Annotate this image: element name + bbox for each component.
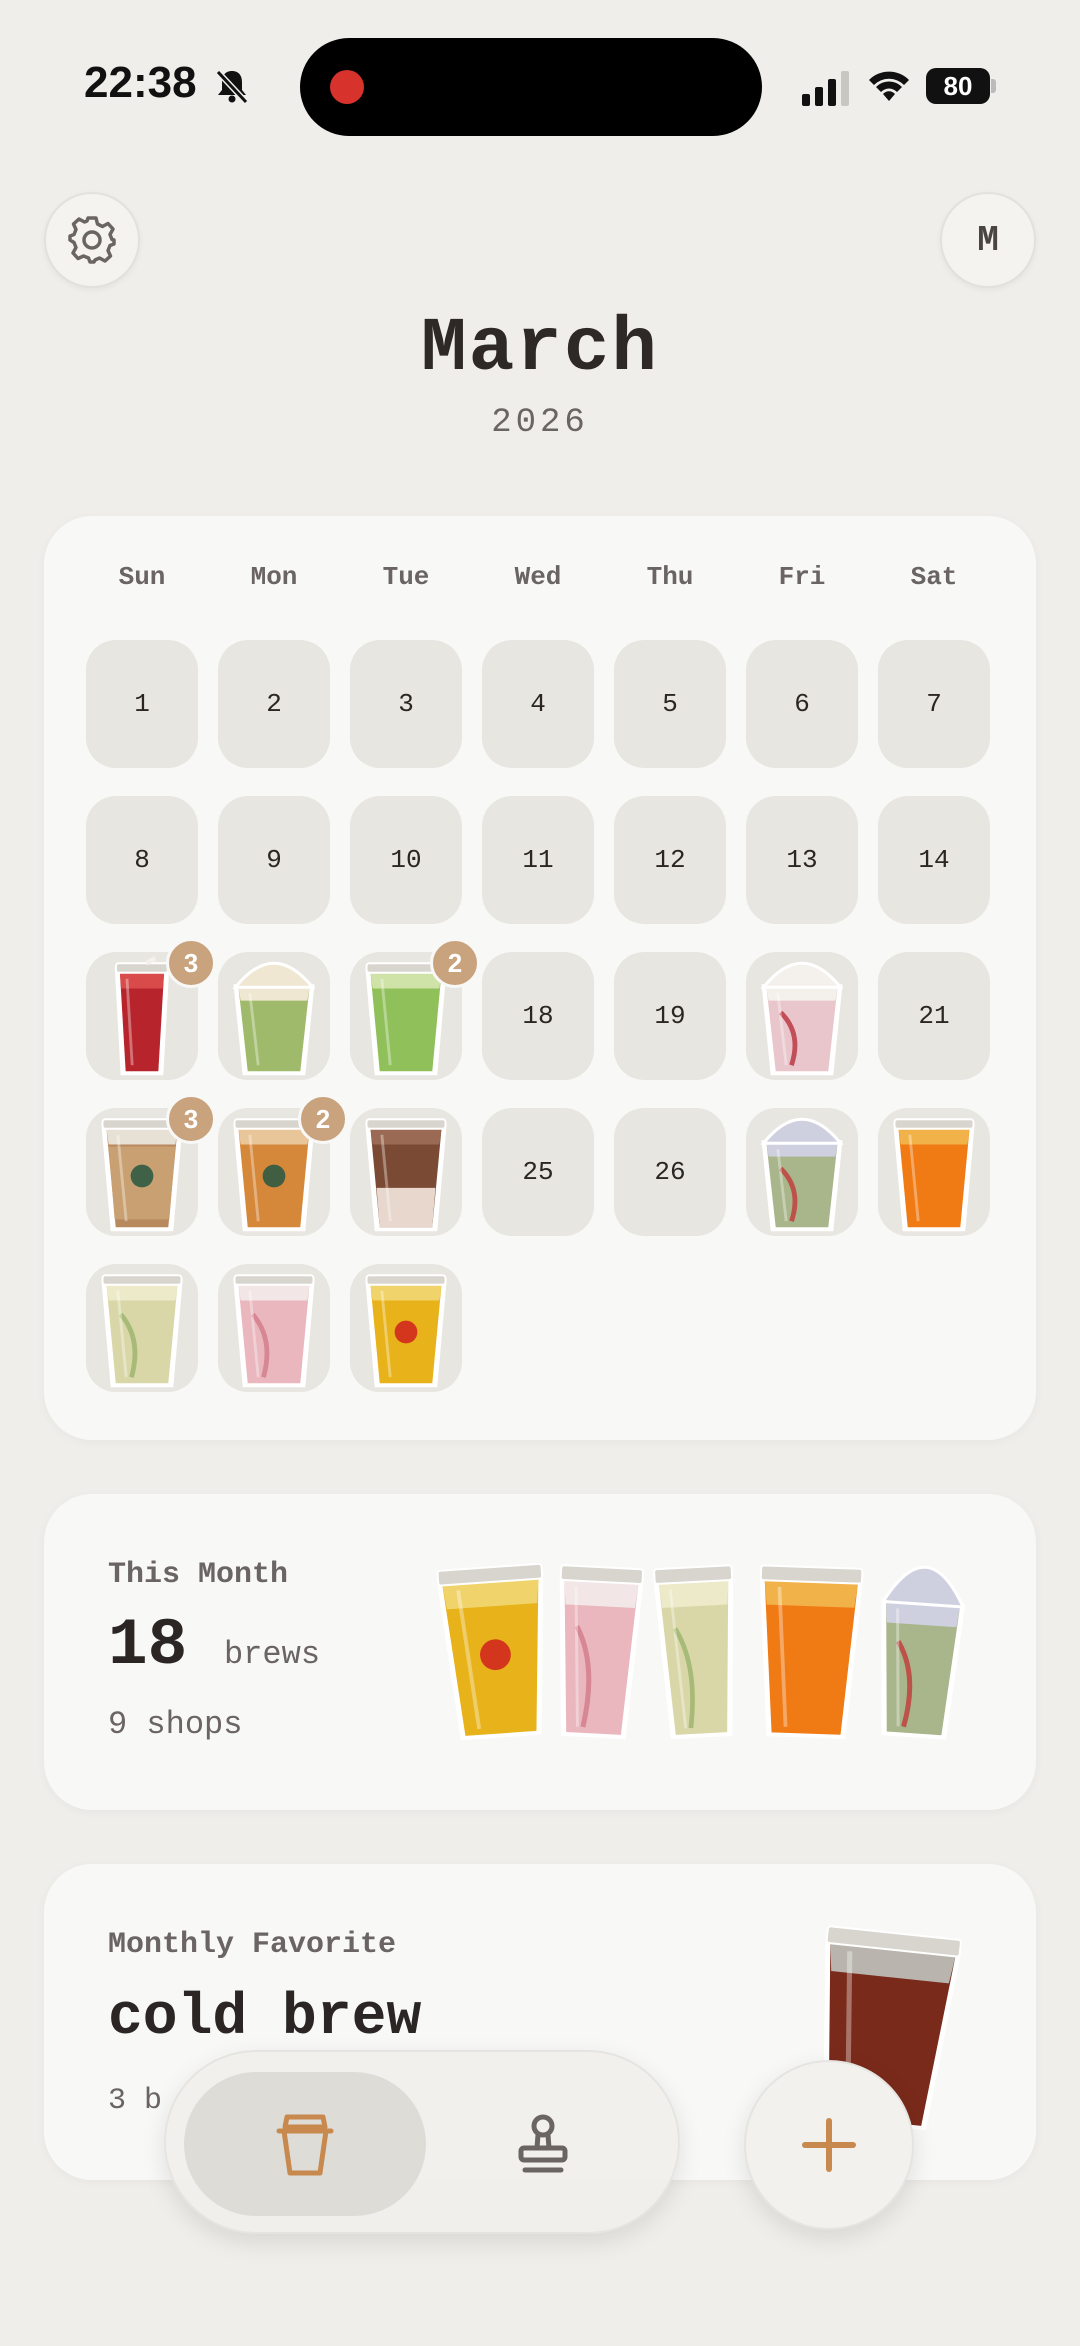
calendar-day-18[interactable]: 18: [482, 952, 594, 1080]
weekday-fri: Fri: [778, 562, 826, 592]
calendar-day-4[interactable]: 4: [482, 640, 594, 768]
gear-icon: [68, 216, 116, 264]
calendar-day-1[interactable]: 1: [86, 640, 198, 768]
drink-count-badge: 3: [166, 1094, 216, 1144]
drink-count-badge: 2: [430, 938, 480, 988]
tab-bar: [164, 2050, 680, 2234]
favorite-drink-name: cold brew: [108, 1986, 422, 2051]
wifi-icon: [869, 71, 909, 101]
drink-count-badge: 2: [298, 1094, 348, 1144]
calendar-day-13[interactable]: 13: [746, 796, 858, 924]
recording-dot-icon: [330, 70, 364, 104]
calendar-day-7[interactable]: 7: [878, 640, 990, 768]
brew-unit: brews: [224, 1636, 321, 1673]
plus-icon: [802, 2118, 856, 2172]
stamp-icon: [518, 2114, 568, 2173]
calendar-day-28[interactable]: [878, 1108, 990, 1236]
calendar-day-19[interactable]: 19: [614, 952, 726, 1080]
calendar-day-6[interactable]: 6: [746, 640, 858, 768]
calendar-day-12[interactable]: 12: [614, 796, 726, 924]
silent-bell-icon: [215, 69, 249, 105]
calendar-day-29[interactable]: [86, 1264, 198, 1392]
weekday-sat: Sat: [910, 562, 958, 592]
brew-count: 18: [108, 1608, 188, 1683]
weekday-wed: Wed: [514, 562, 562, 592]
calendar-day-9[interactable]: 9: [218, 796, 330, 924]
recent-drinks-strip: [436, 1562, 966, 1741]
this-month-label: This Month: [108, 1558, 289, 1592]
tab-cups[interactable]: [184, 2072, 426, 2216]
calendar-day-14[interactable]: 14: [878, 796, 990, 924]
tab-stamp[interactable]: [422, 2072, 664, 2216]
shop-count: 9 shops: [108, 1706, 243, 1743]
drink-thumbnail-vanilla-latte: [101, 1274, 183, 1388]
calendar-day-5[interactable]: 5: [614, 640, 726, 768]
status-bar: 22:38 80: [0, 0, 1080, 170]
calendar-day-27[interactable]: [746, 1108, 858, 1236]
signal-icon: [802, 71, 849, 106]
calendar-day-11[interactable]: 11: [482, 796, 594, 924]
weekday-thu: Thu: [646, 562, 694, 592]
calendar-day-8[interactable]: 8: [86, 796, 198, 924]
add-drink-button[interactable]: [744, 2060, 914, 2230]
year-title: 2026: [491, 404, 589, 442]
recent-drink-jollibee-iced-tea: [436, 1562, 544, 1741]
calendar-day-16[interactable]: [218, 952, 330, 1080]
favorite-label: Monthly Favorite: [108, 1928, 397, 1962]
calendar-day-21[interactable]: 21: [878, 952, 990, 1080]
battery-level: 80: [926, 68, 990, 104]
weekday-sun: Sun: [118, 562, 166, 592]
calendar-day-2[interactable]: 2: [218, 640, 330, 768]
calendar-day-26[interactable]: 26: [614, 1108, 726, 1236]
calendar-day-24[interactable]: [350, 1108, 462, 1236]
favorite-subtitle: 3 b: [108, 2084, 163, 2118]
status-time: 22:38: [84, 58, 197, 107]
calendar-day-20[interactable]: [746, 952, 858, 1080]
drink-thumbnail-matcha-frappe: [232, 961, 316, 1076]
drink-thumbnail-orange-juice: [893, 1118, 975, 1232]
battery-icon: 80: [926, 68, 996, 104]
drink-thumbnail-pink-drink: [233, 1274, 315, 1388]
calendar-day-30[interactable]: [218, 1264, 330, 1392]
recent-drink-vanilla-latte: [653, 1564, 734, 1740]
weekday-mon: Mon: [250, 562, 298, 592]
calendar-day-31[interactable]: [350, 1264, 462, 1392]
cups-icon: [276, 2114, 334, 2176]
recent-drink-pink-drink: [559, 1564, 645, 1740]
calendar-day-10[interactable]: 10: [350, 796, 462, 924]
weekday-tue: Tue: [382, 562, 430, 592]
dynamic-island: [300, 38, 762, 136]
drink-thumbnail-strawberry-frappe: [760, 961, 844, 1076]
month-title: March: [420, 306, 660, 392]
settings-button[interactable]: [44, 192, 140, 288]
recent-drink-berry-matcha: [880, 1565, 966, 1740]
drink-thumbnail-jollibee-iced-tea: [365, 1274, 447, 1388]
profile-button[interactable]: M: [940, 192, 1036, 288]
drink-thumbnail-berry-matcha: [760, 1117, 844, 1232]
drink-thumbnail-mocha-latte: [365, 1118, 447, 1232]
recent-drink-orange-juice: [759, 1564, 864, 1739]
drink-count-badge: 3: [166, 938, 216, 988]
calendar-day-3[interactable]: 3: [350, 640, 462, 768]
calendar-day-25[interactable]: 25: [482, 1108, 594, 1236]
